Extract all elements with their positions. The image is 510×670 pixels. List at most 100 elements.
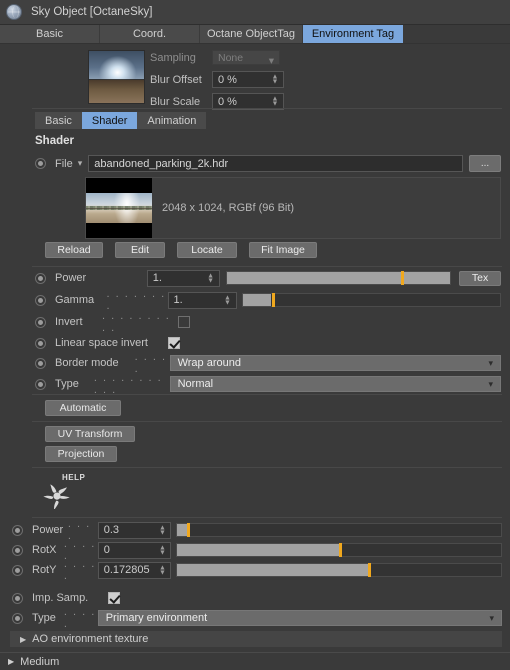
file-path-input[interactable]: abandoned_parking_2k.hdr	[88, 155, 463, 172]
power-tex-button[interactable]: Tex	[459, 270, 502, 286]
tab-octane-objecttag[interactable]: Octane ObjectTag	[200, 25, 303, 43]
env-roty-radio-icon[interactable]	[12, 564, 23, 576]
sky-thumb-sky	[89, 51, 144, 81]
row-env-rotx: RotX . . . . . 0 ▲ ▼	[12, 538, 502, 562]
invert-checkbox[interactable]	[178, 316, 190, 328]
tab-environment-tag[interactable]: Environment Tag	[303, 25, 403, 43]
group-ao-environment-texture[interactable]: ▶ AO environment texture	[10, 631, 502, 647]
env-roty-slider-marker[interactable]	[368, 563, 372, 577]
gamma-value: 1.	[173, 294, 183, 306]
tab-strip-filler	[403, 25, 510, 43]
edit-button[interactable]: Edit	[115, 242, 165, 258]
imp-samp-checkbox[interactable]	[108, 592, 120, 604]
tab-coord[interactable]: Coord.	[100, 25, 200, 43]
env-power-slider-marker[interactable]	[187, 523, 191, 537]
shader-type-dots: . . . . . . . . . . .	[93, 372, 163, 396]
divider-above-automatic	[32, 394, 502, 395]
stepper-icon[interactable]: ▲ ▼	[158, 544, 166, 556]
power-input[interactable]: 1. ▲ ▼	[146, 269, 220, 287]
env-rotx-value: 0	[103, 544, 110, 556]
env-type-radio-icon[interactable]	[12, 612, 23, 624]
power-slider-marker[interactable]	[400, 271, 404, 285]
tab-basic[interactable]: Basic	[0, 25, 100, 43]
power-slider[interactable]	[225, 271, 452, 285]
reload-button[interactable]: Reload	[45, 242, 103, 258]
shader-section-heading: Shader	[35, 135, 74, 147]
blur-offset-value: 0 %	[218, 73, 237, 86]
chevron-down-icon[interactable]: ▾	[78, 158, 83, 169]
browse-file-button[interactable]: ...	[469, 155, 501, 172]
shader-type-radio-icon[interactable]	[35, 378, 46, 390]
blur-scale-value: 0 %	[218, 95, 237, 108]
divider-above-env-params	[32, 517, 502, 518]
stepper-icon[interactable]: ▲ ▼	[207, 272, 215, 284]
automatic-button[interactable]: Automatic	[45, 400, 121, 416]
subtab-basic[interactable]: Basic	[35, 112, 82, 129]
file-label: File	[55, 157, 73, 170]
gamma-slider[interactable]	[241, 293, 501, 307]
linear-space-invert-checkbox[interactable]	[168, 337, 180, 349]
power-radio-icon[interactable]	[35, 272, 46, 284]
gamma-slider-marker[interactable]	[272, 293, 276, 307]
uv-transform-button[interactable]: UV Transform	[45, 426, 135, 442]
gamma-radio-icon[interactable]	[35, 294, 46, 306]
octane-sky-object-panel: Sky Object [OctaneSky] Basic Coord. Octa…	[0, 0, 510, 670]
gamma-input[interactable]: 1. ▲ ▼	[167, 291, 237, 309]
shader-type-value: Normal	[177, 378, 214, 390]
env-roty-slider[interactable]	[176, 563, 502, 577]
stepper-icon[interactable]: ▲ ▼	[271, 96, 279, 108]
env-type-combo[interactable]: Primary environment ▾	[97, 610, 502, 626]
border-mode-radio-icon[interactable]	[35, 357, 46, 369]
stepper-icon[interactable]: ▲ ▼	[158, 564, 166, 576]
env-power-radio-icon[interactable]	[12, 524, 23, 536]
env-type-dots: . . . . .	[63, 606, 96, 630]
env-rotx-radio-icon[interactable]	[12, 544, 23, 556]
triangle-right-icon: ▶	[20, 634, 27, 644]
file-radio-icon[interactable]	[35, 158, 46, 169]
fit-image-button[interactable]: Fit Image	[249, 242, 317, 258]
env-roty-value: 0.172805	[103, 564, 150, 576]
blur-offset-input[interactable]: 0 % ▲ ▼	[212, 71, 284, 88]
image-info-text: 2048 x 1024, RGBf (96 Bit)	[162, 202, 295, 214]
gamma-slider-fill	[242, 294, 271, 306]
row-power: Power 1. ▲ ▼ Tex	[35, 269, 502, 287]
locate-button[interactable]: Locate	[177, 242, 237, 258]
triangle-right-icon: ▶	[8, 657, 15, 666]
env-roty-slider-fill	[177, 564, 369, 576]
subtab-animation[interactable]: Animation	[137, 112, 206, 129]
border-mode-combo[interactable]: Wrap around ▾	[169, 355, 501, 371]
divider-above-power	[32, 266, 502, 267]
panorama-thumbnail[interactable]	[86, 178, 152, 238]
stepper-icon[interactable]: ▲ ▼	[158, 524, 166, 536]
projection-button[interactable]: Projection	[45, 446, 117, 462]
gamma-label: Gamma	[55, 294, 95, 306]
row-imp-samp: Imp. Samp.	[12, 589, 502, 607]
group-medium[interactable]: ▶ Medium	[0, 652, 510, 670]
imp-samp-radio-icon[interactable]	[12, 592, 23, 604]
sampling-combo-value: None	[218, 51, 244, 64]
env-roty-input[interactable]: 0.172805 ▲ ▼	[97, 561, 172, 579]
sampling-combo[interactable]: None ▾	[212, 50, 280, 67]
linear-space-invert-radio-icon[interactable]	[35, 337, 46, 349]
octane-help-logo[interactable]: HELP	[40, 472, 100, 510]
env-roty-dots: . . . . .	[63, 558, 96, 582]
stepper-icon[interactable]: ▲ ▼	[224, 294, 232, 306]
stepper-icon[interactable]: ▲ ▼	[271, 74, 279, 86]
invert-radio-icon[interactable]	[35, 316, 46, 328]
env-rotx-input[interactable]: 0 ▲ ▼	[97, 541, 172, 559]
invert-dots: . . . . . . . . . .	[102, 310, 171, 334]
panorama-horizon	[86, 208, 152, 209]
shader-type-combo[interactable]: Normal ▾	[169, 376, 501, 392]
linear-space-invert-label: Linear space invert	[55, 337, 148, 349]
env-power-slider[interactable]	[176, 523, 502, 537]
env-rotx-slider-marker[interactable]	[339, 543, 343, 557]
subtab-shader[interactable]: Shader	[81, 112, 138, 129]
gamma-dots: . . . . . . . .	[106, 288, 166, 312]
blur-offset-label: Blur Offset	[150, 73, 202, 86]
sky-preview-thumbnail[interactable]	[88, 50, 145, 104]
chevron-down-icon: ▾	[488, 358, 493, 368]
env-power-input[interactable]: 0.3 ▲ ▼	[97, 521, 172, 539]
file-row: File ▾ abandoned_parking_2k.hdr ...	[35, 155, 501, 172]
env-roty-label: RotY	[32, 564, 57, 576]
env-rotx-slider[interactable]	[176, 543, 502, 557]
